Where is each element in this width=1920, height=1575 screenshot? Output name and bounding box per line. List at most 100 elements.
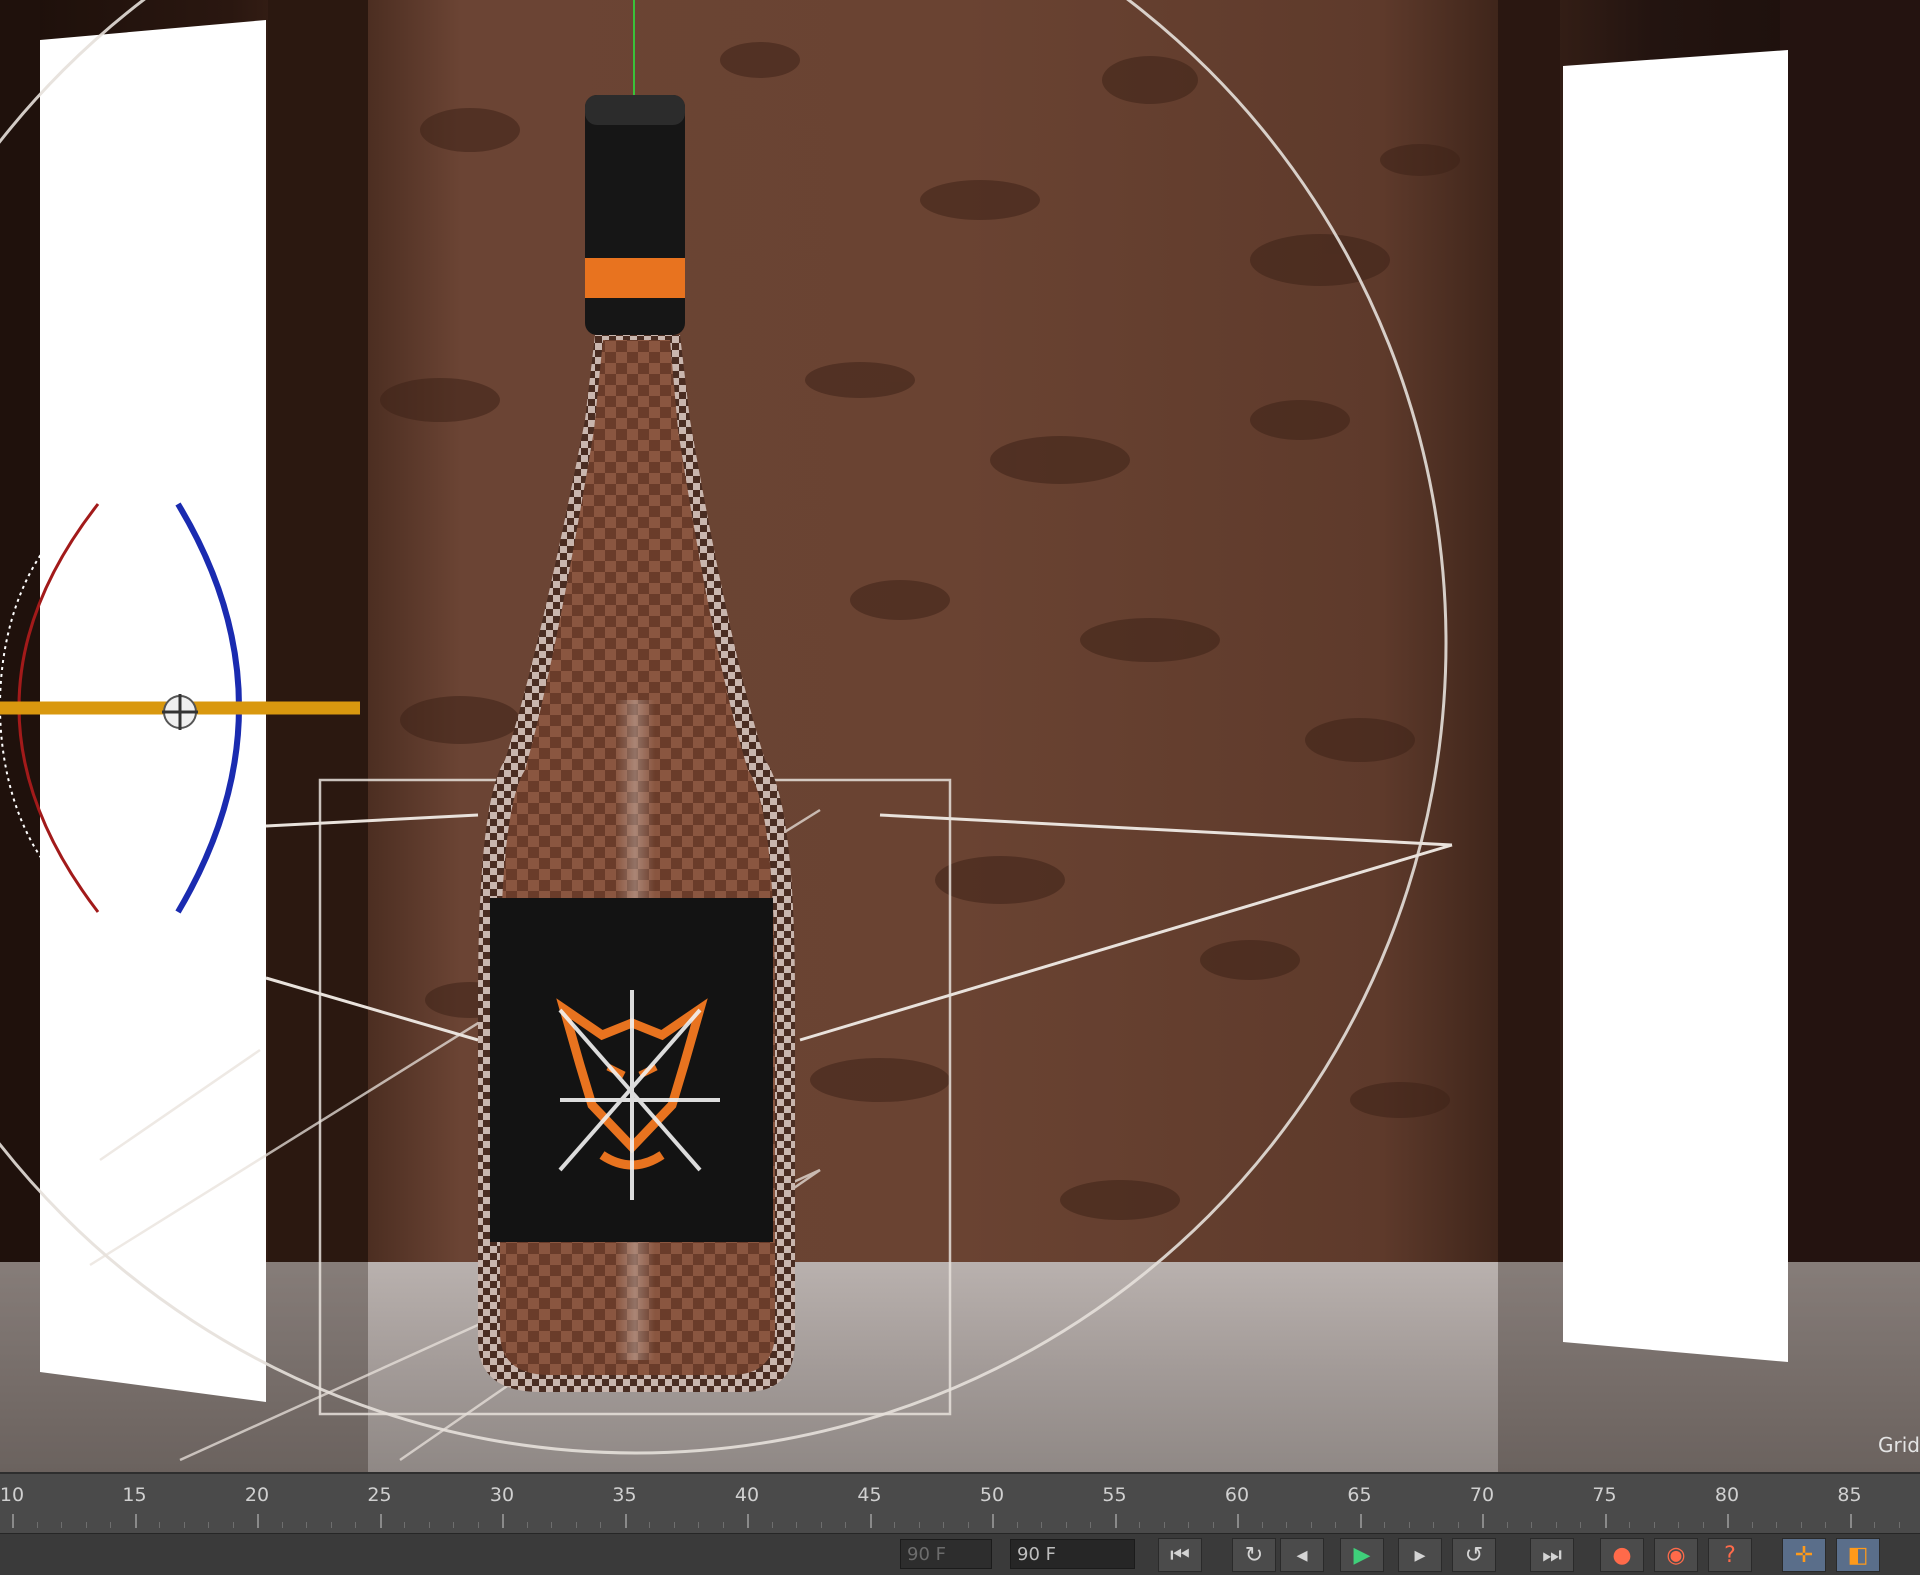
help-icon[interactable]: ?: [1708, 1538, 1752, 1572]
go-to-end-icon[interactable]: ⏭: [1530, 1538, 1574, 1572]
timeline-minor-tick: [1776, 1522, 1777, 1528]
timeline-tick-label: 10: [0, 1484, 25, 1506]
timeline-minor-tick: [85, 1522, 87, 1528]
timeline-minor-tick: [330, 1522, 332, 1528]
timeline-minor-tick: [1261, 1522, 1263, 1528]
timeline-minor-tick: [1286, 1522, 1287, 1528]
timeline-minor-tick: [967, 1522, 969, 1528]
timeline-minor-tick: [1629, 1522, 1630, 1528]
timeline-major-tick: [624, 1514, 627, 1528]
timeline-major-tick: [1359, 1514, 1362, 1528]
timeline-minor-tick: [1090, 1522, 1091, 1528]
timeline-major-tick: [1604, 1514, 1607, 1528]
timeline-major-tick: [379, 1514, 382, 1528]
timeline-major-tick: [869, 1514, 872, 1528]
timeline-minor-tick: [61, 1522, 62, 1528]
timeline-minor-tick: [1580, 1522, 1581, 1528]
timeline-major-tick: [1114, 1514, 1117, 1528]
timeline-minor-tick: [183, 1522, 185, 1528]
timeline-minor-tick: [551, 1522, 552, 1528]
timeline-major-tick: [134, 1514, 137, 1528]
play-icon[interactable]: ▶: [1340, 1538, 1384, 1572]
timeline-minor-tick: [1702, 1522, 1704, 1528]
timeline-tick-label: 80: [1714, 1484, 1740, 1506]
cinema4d-window: Grid 10 15 20 25 30 35 40 45 50 55 60 65 70 75 80 85 90…: [0, 0, 1920, 1575]
timeline-major-tick: [12, 1514, 14, 1528]
timeline-tick-label: 20: [244, 1484, 270, 1506]
timeline-minor-tick: [404, 1522, 405, 1528]
timeline-ruler[interactable]: 10 15 20 25 30 35 40 45 50 55 60 65 70 75 80 85: [0, 1472, 1920, 1535]
timeline-minor-tick: [1408, 1522, 1410, 1528]
timeline-minor-tick: [894, 1522, 895, 1528]
timeline-minor-tick: [428, 1522, 430, 1528]
wine-bottle[interactable]: [478, 95, 795, 1392]
timeline-minor-tick: [1212, 1522, 1214, 1528]
autokey-icon[interactable]: ◉: [1654, 1538, 1698, 1572]
timeline-major-tick: [1482, 1514, 1484, 1528]
timeline-minor-tick: [918, 1522, 920, 1528]
timeline-minor-tick: [355, 1522, 356, 1528]
timeline-tick-label: 15: [122, 1484, 147, 1506]
timeline-minor-tick: [1800, 1522, 1802, 1528]
timeline-minor-tick: [1653, 1522, 1655, 1528]
3d-viewport[interactable]: Grid: [0, 0, 1920, 1472]
timeline-minor-tick: [1874, 1522, 1875, 1528]
timeline-minor-tick: [1310, 1522, 1312, 1528]
timeline-minor-tick: [673, 1522, 675, 1528]
loop-icon[interactable]: ↻: [1232, 1538, 1276, 1572]
timeline-minor-tick: [159, 1522, 160, 1528]
move-tool-icon[interactable]: ✛: [1782, 1538, 1826, 1572]
timeline-minor-tick: [1751, 1522, 1753, 1528]
timeline-major-tick: [1849, 1514, 1852, 1528]
timeline-minor-tick: [722, 1522, 724, 1528]
timeline-minor-tick: [1188, 1522, 1189, 1528]
timeline-minor-tick: [796, 1522, 797, 1528]
scene-svg: [0, 0, 1788, 1462]
timeline-major-tick: [747, 1514, 749, 1528]
timeline-major-tick: [1727, 1514, 1729, 1528]
timeline-minor-tick: [771, 1522, 773, 1528]
timeline-minor-tick: [232, 1522, 234, 1528]
go-to-start-icon[interactable]: ⏮: [1158, 1538, 1202, 1572]
timeline-major-tick: [502, 1514, 504, 1528]
timeline-minor-tick: [1041, 1522, 1042, 1528]
timeline-minor-tick: [1898, 1522, 1900, 1528]
timeline-minor-tick: [1678, 1522, 1679, 1528]
timeline-minor-tick: [1433, 1522, 1434, 1528]
scale-tool-icon[interactable]: ◧: [1836, 1538, 1880, 1572]
timeline-minor-tick: [306, 1522, 307, 1528]
timeline-tick-label: 45: [857, 1484, 882, 1506]
step-back-icon[interactable]: ◂: [1280, 1538, 1324, 1572]
timeline-minor-tick: [698, 1522, 699, 1528]
timeline-minor-tick: [1825, 1522, 1826, 1528]
timeline-minor-tick: [943, 1522, 944, 1528]
timeline-minor-tick: [649, 1522, 650, 1528]
timeline-minor-tick: [110, 1522, 111, 1528]
timeline-tick-label: 55: [1102, 1484, 1127, 1506]
grid-label: Grid: [1878, 1433, 1920, 1457]
timeline-tick-label: 35: [612, 1484, 637, 1506]
timeline-minor-tick: [1506, 1522, 1508, 1528]
timeline-minor-tick: [575, 1522, 577, 1528]
bottle-cap: [585, 95, 685, 335]
current-frame-field[interactable]: 90 F: [900, 1539, 992, 1569]
timeline-tick-label: 75: [1592, 1484, 1617, 1506]
right-light-panel[interactable]: [1563, 50, 1788, 1362]
timeline-minor-tick: [1139, 1522, 1140, 1528]
timeline-minor-tick: [1163, 1522, 1165, 1528]
timeline-tick-label: 25: [367, 1484, 392, 1506]
timeline-minor-tick: [845, 1522, 846, 1528]
timeline-tick-label: 50: [979, 1484, 1005, 1506]
step-forward-icon[interactable]: ▸: [1398, 1538, 1442, 1572]
timeline-minor-tick: [1065, 1522, 1067, 1528]
timeline-minor-tick: [281, 1522, 283, 1528]
timeline-minor-tick: [1016, 1522, 1018, 1528]
animation-toolbar: 90 F 90 F ⏮ ↻ ◂ ▶ ▸ ↺ ⏭ ● ◉ ? ✛ ◧: [0, 1533, 1920, 1575]
loop-forward-icon[interactable]: ↺: [1452, 1538, 1496, 1572]
timeline-tick-label: 60: [1224, 1484, 1250, 1506]
timeline-minor-tick: [526, 1522, 528, 1528]
timeline-major-tick: [1237, 1514, 1239, 1528]
end-frame-field[interactable]: 90 F: [1010, 1539, 1135, 1569]
bottle-cap-band: [585, 258, 685, 298]
record-keys-icon[interactable]: ●: [1600, 1538, 1644, 1572]
